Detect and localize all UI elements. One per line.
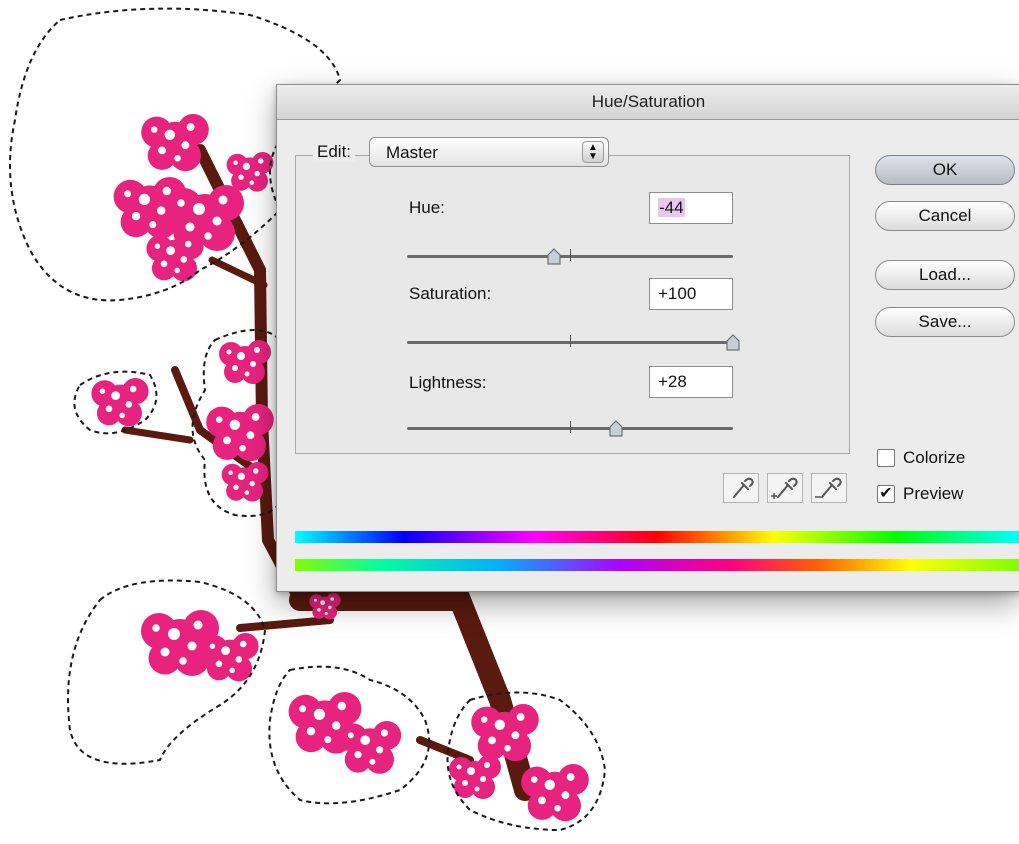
lightness-slider-track[interactable] xyxy=(407,421,733,433)
colorize-checkbox[interactable] xyxy=(877,449,895,467)
cancel-button[interactable]: Cancel xyxy=(875,201,1015,231)
colorize-label[interactable]: Colorize xyxy=(903,448,965,468)
eyedropper-minus-glyph xyxy=(815,477,842,498)
save-button[interactable]: Save... xyxy=(875,307,1015,337)
lightness-label: Lightness: xyxy=(409,373,487,392)
eyedropper-glyph xyxy=(733,477,754,498)
ok-button[interactable]: OK xyxy=(875,155,1015,185)
lightness-value: +28 xyxy=(658,372,687,391)
saturation-slider-track[interactable] xyxy=(407,335,733,347)
preview-checkbox[interactable]: ✔ xyxy=(877,485,895,503)
saturation-value: +100 xyxy=(658,284,697,303)
input-hue-bar xyxy=(295,531,1019,543)
saturation-label: Saturation: xyxy=(409,284,492,303)
eyedropper-plus-glyph xyxy=(771,477,798,499)
dialog-titlebar[interactable]: Hue/Saturation xyxy=(277,85,1019,120)
edit-channel-select[interactable]: Master ▲ ▼ xyxy=(369,137,609,167)
load-button[interactable]: Load... xyxy=(875,260,1015,290)
hue-slider-track[interactable] xyxy=(407,249,733,261)
lightness-slider-thumb[interactable] xyxy=(607,420,625,438)
edit-channel-value: Master xyxy=(386,143,438,162)
hue-slider-thumb[interactable] xyxy=(545,248,563,266)
eyedropper-minus-icon[interactable] xyxy=(811,473,847,503)
edit-label: Edit: xyxy=(313,142,356,162)
lightness-slider-center-tick xyxy=(570,421,571,433)
preview-label[interactable]: Preview xyxy=(903,484,963,504)
eyedropper-icon[interactable] xyxy=(723,473,759,503)
dialog-title: Hue/Saturation xyxy=(591,92,706,111)
hue-label: Hue: xyxy=(409,198,445,217)
hue-slider-center-tick xyxy=(570,249,571,261)
hue-value: -44 xyxy=(658,198,685,217)
hue-field[interactable]: -44 xyxy=(649,192,733,224)
adjustment-group-box xyxy=(295,155,850,454)
saturation-slider-center-tick xyxy=(570,335,571,347)
output-hue-bar xyxy=(295,559,1019,571)
lightness-field[interactable]: +28 xyxy=(649,366,733,398)
hue-saturation-dialog: Hue/Saturation Edit: Master ▲ ▼ Hue: -44 … xyxy=(276,84,1019,592)
saturation-slider-thumb[interactable] xyxy=(724,334,742,352)
select-stepper-icon: ▲ ▼ xyxy=(582,141,604,163)
saturation-field[interactable]: +100 xyxy=(649,278,733,310)
eyedropper-plus-icon[interactable] xyxy=(767,473,803,503)
